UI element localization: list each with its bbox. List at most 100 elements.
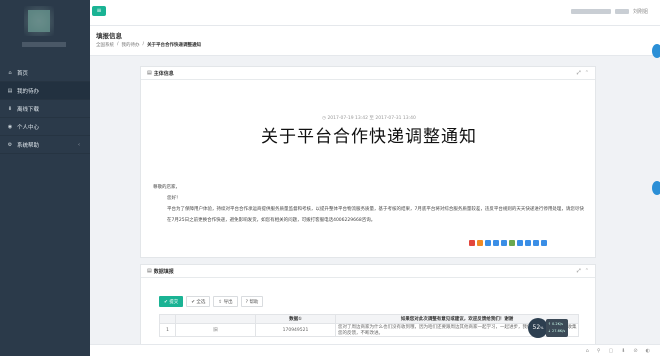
notice-body: 尊敬的店家， 您好！ 平台为了保障用户体验，持续对平台合作承运商提供服务质量监督…: [153, 182, 585, 226]
share-icon[interactable]: [501, 240, 507, 246]
sidebar-item-label: 个人中心: [17, 124, 40, 131]
user-name[interactable]: 刘刚姐: [633, 8, 648, 15]
notice-greeting: 尊敬的店家，: [153, 185, 180, 190]
share-icon[interactable]: [509, 240, 515, 246]
footer-icons: ⌂ ⚲ ▢ ⬇ ⊘ ◐: [586, 348, 650, 354]
data-entry-panel: ▤ 数据填报 ⤢ ⌃ ✔ 提交 ✔ 全选 ⇪ 导出 ? 帮助 数据① 如果您对此…: [140, 264, 596, 356]
side-menu: ⌂ 首页 ▤ 我的待办 ⬇ 离线下载 ◉ 个人中心 ⚙ 系统帮助 ‹: [0, 64, 90, 154]
data-table: 数据① 如果您对此次调整有意见或建议，欢迎反馈给我们！谢谢 1 旧 170949…: [159, 314, 579, 337]
notice-date-text: 2017-07-19 13:42 至 2017-07-31 13:40: [327, 116, 416, 121]
gear-icon: ⚙: [7, 141, 13, 148]
row-mark-cell[interactable]: 旧: [175, 323, 256, 337]
tray-icon[interactable]: ⬇: [621, 348, 625, 354]
chevron-left-icon: ‹: [78, 141, 80, 148]
floating-widget[interactable]: [652, 44, 660, 58]
breadcrumb-item[interactable]: 我的待办: [122, 42, 140, 48]
breadcrumb-item[interactable]: 全国系统: [96, 42, 114, 48]
page-header: 填报信息 全国系统 / 我的待办 / 关于平台合作快递调整通知: [90, 26, 660, 56]
sidebar-item-label: 首页: [17, 70, 29, 77]
list-icon: ▤: [147, 70, 152, 76]
panel-header: ▤ 数据填报 ⤢ ⌃: [141, 265, 595, 278]
sidebar-item-my-tasks[interactable]: ▤ 我的待办: [0, 82, 90, 100]
page-title: 填报信息: [96, 32, 122, 40]
upload-speed-text: 0.2K/s: [552, 322, 563, 326]
user-icon: ◉: [7, 123, 13, 130]
footer: ⌂ ⚲ ▢ ⬇ ⊘ ◐: [90, 344, 660, 356]
panel-header: ▤ 主体信息 ⤢ ⌃: [141, 67, 595, 80]
panel-title: 数据填报: [153, 268, 174, 275]
share-icon[interactable]: [517, 240, 523, 246]
sidebar-item-profile[interactable]: ◉ 个人中心: [0, 118, 90, 136]
collapse-icon[interactable]: ⌃: [585, 268, 589, 274]
share-icon[interactable]: [533, 240, 539, 246]
blurred-info: [614, 9, 629, 14]
download-speed-text: 27.6K/s: [552, 329, 566, 333]
panel-title: 主体信息: [153, 70, 174, 77]
share-icon[interactable]: [469, 240, 475, 246]
sidebar-item-label: 离线下载: [17, 106, 40, 113]
sidebar: ⌂ 首页 ▤ 我的待办 ⬇ 离线下载 ◉ 个人中心 ⚙ 系统帮助 ‹: [0, 0, 90, 356]
download-speed: ↓ 27.6K/s: [548, 329, 566, 333]
speed-badge[interactable]: 52%: [528, 318, 548, 338]
expand-icon[interactable]: ⤢: [577, 268, 581, 274]
list-icon: ▤: [147, 268, 152, 274]
toolbar: ✔ 提交 ✔ 全选 ⇪ 导出 ? 帮助: [159, 296, 264, 307]
share-icons: [469, 240, 547, 246]
floating-widget[interactable]: [652, 181, 660, 195]
panel-tools: ⤢ ⌃: [577, 268, 589, 274]
expand-icon[interactable]: ⤢: [577, 70, 581, 76]
notice-title: 关于平台合作快递调整通知: [261, 127, 477, 147]
home-icon: ⌂: [8, 69, 12, 76]
collapse-icon[interactable]: ⌃: [585, 70, 589, 76]
network-monitor: ↑ 0.2K/s ↓ 27.6K/s: [546, 319, 568, 337]
share-icon[interactable]: [493, 240, 499, 246]
share-icon[interactable]: [541, 240, 547, 246]
column-header: [159, 314, 176, 324]
export-button[interactable]: ⇪ 导出: [213, 296, 238, 307]
help-button[interactable]: ? 帮助: [240, 296, 264, 307]
breadcrumb-separator: /: [142, 42, 145, 47]
submit-button[interactable]: ✔ 提交: [159, 296, 184, 307]
download-icon: ⬇: [7, 105, 13, 112]
topbar-user: 刘刚姐: [570, 8, 648, 15]
upload-speed: ↑ 0.2K/s: [548, 322, 563, 326]
row-value-cell[interactable]: 17094952​1: [255, 323, 336, 337]
tasks-icon: ▤: [7, 87, 13, 94]
top-bar: ≡ 刘刚姐: [90, 0, 660, 26]
breadcrumb-current: 关于平台合作快递调整通知: [147, 43, 202, 48]
tray-icon[interactable]: ⊘: [633, 348, 637, 354]
share-icon[interactable]: [525, 240, 531, 246]
sidebar-item-label: 我的待办: [17, 88, 40, 95]
tray-icon[interactable]: ▢: [608, 348, 613, 354]
column-header: [175, 314, 256, 324]
notice-hello: 您好！: [167, 196, 181, 201]
sidebar-item-offline-download[interactable]: ⬇ 离线下载: [0, 100, 90, 118]
notice-date: ◷ 2017-07-19 13:42 至 2017-07-31 13:40: [322, 116, 416, 121]
tray-icon[interactable]: ⚲: [597, 348, 601, 354]
export-label: 导出: [223, 300, 233, 305]
share-icon[interactable]: [477, 240, 483, 246]
table-row[interactable]: 1 旧 17094952​1 您对了周边商家为什么也们没有收到哦，因为咱们还要跟…: [159, 323, 579, 337]
column-header: 数据①: [255, 314, 336, 324]
tray-icon[interactable]: ⌂: [586, 348, 589, 354]
sidebar-item-help[interactable]: ⚙ 系统帮助 ‹: [0, 136, 90, 154]
row-number: 1: [159, 323, 176, 337]
panel-tools: ⤢ ⌃: [577, 70, 589, 76]
breadcrumb: 全国系统 / 我的待办 / 关于平台合作快递调整通知: [96, 42, 201, 48]
menu-toggle-button[interactable]: ≡: [92, 6, 106, 16]
avatar[interactable]: [24, 6, 54, 36]
notice-content: 平台为了保障用户体验，持续对平台合作承运商提供服务质量监督和考核，以提升整体平台…: [167, 207, 584, 223]
tray-icon[interactable]: ◐: [646, 348, 650, 354]
sidebar-item-home[interactable]: ⌂ 首页: [0, 64, 90, 82]
user-info-blurred: [22, 42, 66, 47]
submit-label: 提交: [169, 300, 179, 305]
help-label: 帮助: [249, 300, 259, 305]
sidebar-item-label: 系统帮助: [17, 142, 40, 149]
select-all-button[interactable]: ✔ 全选: [186, 296, 211, 307]
speed-value: 52: [532, 324, 541, 331]
share-icon[interactable]: [485, 240, 491, 246]
table-header-row: 数据① 如果您对此次调整有意见或建议，欢迎反馈给我们！谢谢: [159, 314, 579, 324]
notice-panel: ▤ 主体信息 ⤢ ⌃ ◷ 2017-07-19 13:42 至 2017-07-…: [140, 66, 596, 258]
breadcrumb-separator: /: [117, 42, 119, 47]
speed-percent: %: [540, 326, 544, 330]
